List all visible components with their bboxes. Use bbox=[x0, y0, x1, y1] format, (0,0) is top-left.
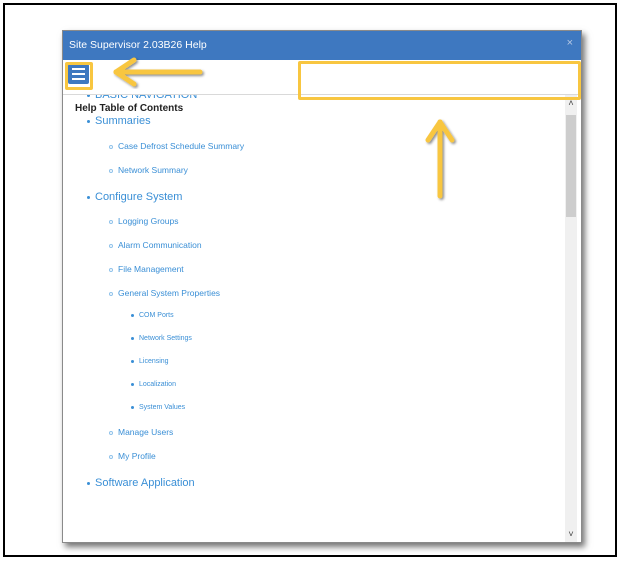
toc-item[interactable]: Network Settings bbox=[131, 335, 192, 342]
bullet-icon bbox=[87, 119, 90, 123]
toc-item-label: BASIC NAVIGATION bbox=[95, 95, 198, 101]
bullet-icon bbox=[131, 382, 134, 386]
toc-item-label: Network Settings bbox=[139, 335, 192, 342]
toc-item[interactable]: Network Summary bbox=[109, 165, 188, 175]
help-window: Site Supervisor 2.03B26 Help × Help Tabl… bbox=[62, 30, 582, 543]
toc-item-label: Manage Users bbox=[118, 427, 174, 437]
toc-item[interactable]: Configure System bbox=[87, 191, 182, 203]
bullet-icon bbox=[131, 313, 134, 317]
toc-item-label: General System Properties bbox=[118, 288, 221, 298]
toc-item[interactable]: Alarm Communication bbox=[109, 240, 202, 250]
bullet-icon bbox=[87, 481, 90, 485]
toc-item-label: Licensing bbox=[139, 358, 169, 365]
window-title: Site Supervisor 2.03B26 Help bbox=[69, 39, 207, 51]
toc-item[interactable]: Manage Users bbox=[109, 427, 173, 437]
bullet-icon bbox=[109, 291, 113, 296]
toc-item-label: COM Ports bbox=[139, 312, 174, 319]
toc-item[interactable]: File Management bbox=[109, 264, 184, 274]
left-arrow-icon bbox=[113, 57, 203, 87]
toc-item-label: Network Summary bbox=[118, 165, 188, 175]
toc-item-label: Software Application bbox=[95, 477, 195, 489]
menu-highlight-box bbox=[65, 62, 93, 90]
toc-item-label: System Values bbox=[139, 404, 186, 411]
toc-item[interactable]: General System Properties bbox=[109, 288, 220, 298]
toc-item[interactable]: Logging Groups bbox=[109, 216, 179, 226]
toc-item-label: Case Defrost Schedule Summary bbox=[118, 141, 245, 151]
up-arrow-icon bbox=[425, 119, 455, 199]
toc-item[interactable]: Case Defrost Schedule Summary bbox=[109, 141, 244, 151]
toc-item[interactable]: Licensing bbox=[131, 358, 169, 365]
toc-item-label: File Management bbox=[118, 264, 184, 274]
chevron-down-icon[interactable]: ˅ bbox=[565, 528, 577, 540]
toc-item-label: Logging Groups bbox=[118, 216, 179, 226]
bullet-icon bbox=[109, 219, 113, 224]
scrollbar-thumb[interactable] bbox=[566, 115, 576, 217]
bullet-icon bbox=[87, 95, 90, 97]
toc-item-label: Alarm Communication bbox=[118, 240, 202, 250]
toc-item[interactable]: System Values bbox=[131, 404, 185, 411]
vertical-scrollbar[interactable]: ˄ ˅ bbox=[565, 95, 577, 542]
bullet-icon bbox=[131, 405, 134, 409]
toc-item-label: Summaries bbox=[95, 115, 151, 127]
search-highlight-box bbox=[298, 61, 581, 100]
toc-panel: Help Table of Contents BASIC NAVIGATION S… bbox=[63, 95, 581, 542]
bullet-icon bbox=[109, 243, 113, 248]
toc-item-label: Localization bbox=[139, 381, 176, 388]
toc-heading: Help Table of Contents bbox=[75, 103, 184, 114]
bullet-icon bbox=[109, 454, 113, 459]
bullet-icon bbox=[109, 430, 113, 435]
toc-item[interactable]: Software Application bbox=[87, 477, 195, 489]
toc-item-label: Configure System bbox=[95, 191, 183, 203]
toc-item[interactable]: COM Ports bbox=[131, 312, 174, 319]
close-button[interactable]: × bbox=[567, 37, 573, 49]
toc-item[interactable]: BASIC NAVIGATION bbox=[87, 95, 197, 101]
toc-item[interactable]: Summaries bbox=[87, 115, 151, 127]
toc-item[interactable]: Localization bbox=[131, 381, 176, 388]
toc-item[interactable]: My Profile bbox=[109, 451, 156, 461]
bullet-icon bbox=[131, 359, 134, 363]
toc-item-label: My Profile bbox=[118, 451, 156, 461]
bullet-icon bbox=[109, 144, 113, 149]
bullet-icon bbox=[109, 267, 113, 272]
bullet-icon bbox=[87, 195, 90, 199]
bullet-icon bbox=[131, 336, 134, 340]
bullet-icon bbox=[109, 168, 113, 173]
